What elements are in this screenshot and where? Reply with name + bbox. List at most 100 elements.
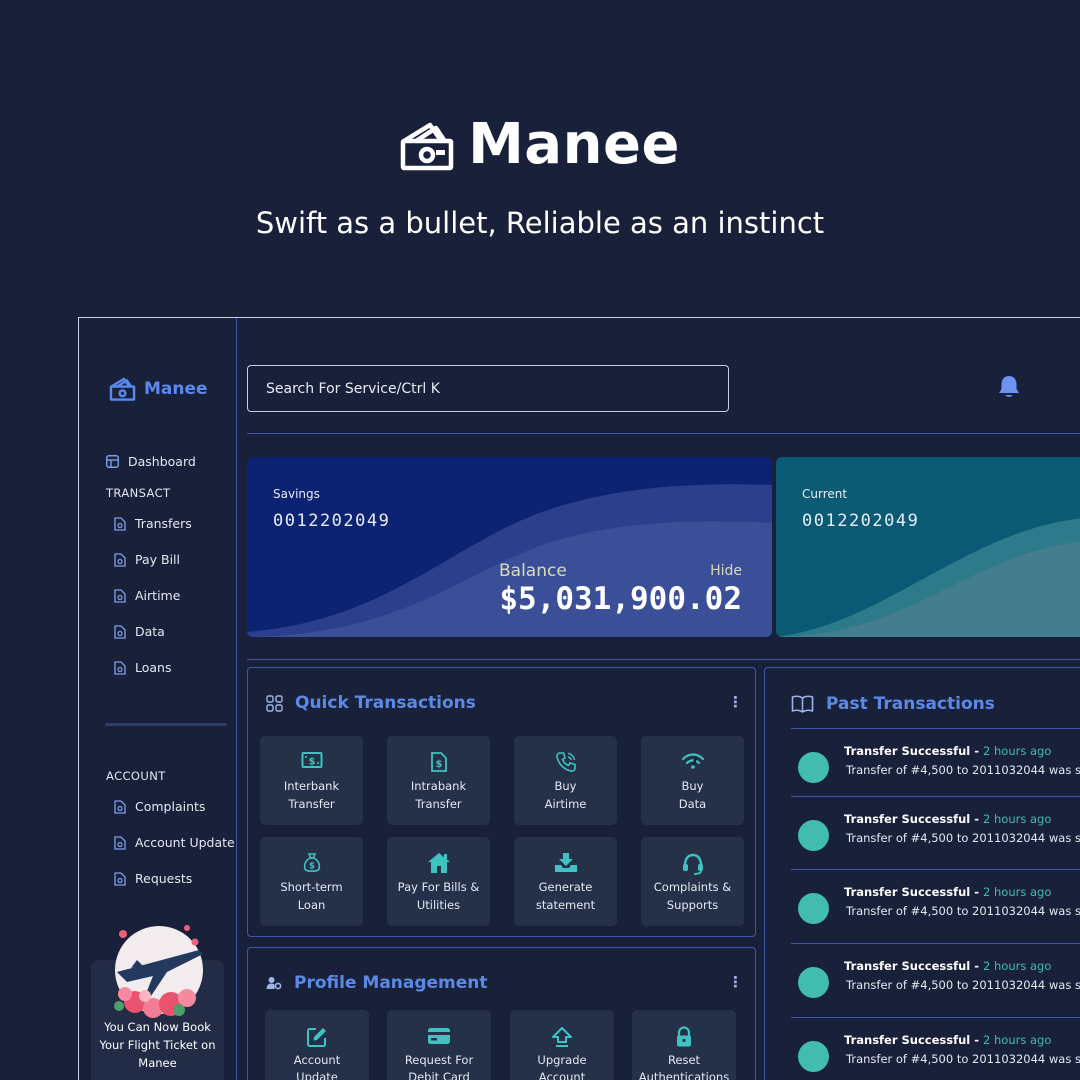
tile-label: Buy Data	[678, 779, 707, 811]
quick-tile-pay-bills[interactable]: Pay For Bills & Utilities	[387, 837, 490, 926]
panel-title: Profile Management	[294, 973, 488, 993]
search-input[interactable]: Search For Service/Ctrl K	[247, 365, 729, 412]
sidebar-item-label: Loans	[135, 660, 172, 675]
sidebar-item-loans[interactable]: Loans	[114, 660, 172, 675]
transaction-row[interactable]: Transfer Successful - 2 hours ago Transf…	[791, 943, 1080, 1016]
sidebar-item-label: Transfers	[135, 516, 192, 531]
transaction-description: Transfer of #4,500 to 2011032044 was su	[846, 831, 1080, 845]
download-tray-icon	[554, 853, 577, 872]
tile-label: Request For Debit Card	[404, 1053, 474, 1080]
savings-account-card[interactable]: Savings 0012202049 Balance Hide $5,031,9…	[247, 457, 772, 637]
profile-tile-debit-card[interactable]: Request For Debit Card	[387, 1010, 491, 1080]
transaction-row[interactable]: Transfer Successful - 2 hours ago Transf…	[791, 796, 1080, 869]
airplane-flowers-illustration	[114, 925, 203, 1018]
card-wave-decoration	[776, 518, 1080, 637]
profile-tile-upgrade-account[interactable]: Upgrade Account	[510, 1010, 614, 1080]
transaction-time: 2 hours ago	[983, 744, 1052, 758]
transaction-row[interactable]: Transfer Successful - 2 hours ago Transf…	[791, 728, 1080, 801]
quick-tile-interbank-transfer[interactable]: $ Interbank Transfer	[260, 736, 363, 825]
transaction-title: Transfer Successful - 2 hours ago	[844, 959, 1052, 973]
dashboard-icon	[106, 455, 119, 468]
transaction-title: Transfer Successful - 2 hours ago	[844, 885, 1052, 899]
sidebar-logo[interactable]: Manee	[109, 376, 208, 401]
current-account-card[interactable]: Current 0012202049	[776, 457, 1080, 637]
bell-icon[interactable]	[997, 374, 1021, 400]
more-options-icon[interactable]: ⋮	[728, 973, 743, 991]
money-doc-icon	[114, 871, 126, 886]
lock-icon	[677, 1026, 691, 1047]
transaction-status-dot	[798, 1041, 829, 1072]
past-transactions-header: Past Transactions	[791, 694, 995, 714]
sidebar-item-label: Airtime	[135, 588, 181, 603]
transact-heading: TRANSACT	[106, 486, 171, 500]
transaction-description: Transfer of #4,500 to 2011032044 was su	[846, 978, 1080, 992]
tile-label: Complaints & Supports	[653, 880, 732, 912]
grid-icon	[266, 694, 283, 712]
money-bag-icon: $	[303, 853, 320, 873]
transaction-row[interactable]: Transfer Successful - 2 hours ago Transf…	[791, 1017, 1080, 1080]
transaction-description: Transfer of #4,500 to 2011032044 was su	[846, 1052, 1080, 1066]
transaction-time: 2 hours ago	[983, 812, 1052, 826]
sidebar-item-data[interactable]: Data	[114, 624, 165, 639]
money-doc-icon	[114, 799, 126, 814]
sidebar-item-label: Requests	[135, 871, 193, 886]
sidebar-item-transfers[interactable]: Transfers	[114, 516, 192, 531]
sidebar-item-label: Data	[135, 624, 165, 639]
account-heading: ACCOUNT	[106, 769, 166, 783]
sidebar-item-label: Complaints	[135, 799, 206, 814]
account-type: Savings	[273, 487, 320, 501]
open-book-icon	[791, 695, 814, 713]
quick-tile-buy-airtime[interactable]: Buy Airtime	[514, 736, 617, 825]
sidebar-item-label: Pay Bill	[135, 552, 181, 567]
quick-tile-buy-data[interactable]: Buy Data	[641, 736, 744, 825]
quick-tile-complaints-supports[interactable]: Complaints & Supports	[641, 837, 744, 926]
header-divider	[247, 433, 1080, 434]
house-icon	[427, 853, 450, 873]
sidebar: Manee Dashboard TRANSACT Transfers Pay B…	[79, 318, 237, 1080]
hero-tagline: Swift as a bullet, Reliable as an instin…	[255, 206, 825, 240]
transaction-status-dot	[798, 967, 829, 998]
sidebar-item-account-update[interactable]: Account Update	[114, 835, 235, 850]
sidebar-brand: Manee	[144, 378, 208, 399]
profile-management-header: Profile Management	[266, 973, 488, 993]
quick-tile-intrabank-transfer[interactable]: $ Intrabank Transfer	[387, 736, 490, 825]
app-window: Manee Dashboard TRANSACT Transfers Pay B…	[78, 317, 1080, 1080]
tile-label: Account Update	[293, 1053, 341, 1080]
money-doc-icon	[114, 624, 126, 639]
sidebar-item-label: Account Update	[135, 835, 235, 850]
money-doc-icon	[114, 516, 126, 531]
edit-icon	[307, 1028, 326, 1047]
account-type: Current	[802, 487, 848, 501]
sidebar-item-requests[interactable]: Requests	[114, 871, 192, 886]
tile-label: Intrabank Transfer	[410, 779, 467, 811]
tile-label: Generate statement	[535, 880, 596, 912]
hide-balance-toggle[interactable]: Hide	[710, 563, 742, 579]
balance-label: Balance	[499, 561, 567, 581]
more-options-icon[interactable]: ⋮	[728, 693, 743, 711]
profile-tile-reset-authentications[interactable]: Reset Authentications	[632, 1010, 736, 1080]
quick-tile-short-term-loan[interactable]: $ Short-term Loan	[260, 837, 363, 926]
bank-note-icon: $	[301, 752, 322, 768]
tile-label: Reset Authentications	[638, 1053, 730, 1080]
tile-label: Buy Airtime	[544, 779, 587, 811]
money-logo-icon	[400, 122, 454, 170]
panel-title: Quick Transactions	[295, 693, 476, 713]
money-icon: $	[430, 752, 447, 772]
sidebar-item-airtime[interactable]: Airtime	[114, 588, 180, 603]
transaction-description: Transfer of #4,500 to 2011032044 was su	[846, 904, 1080, 918]
transaction-description: Transfer of #4,500 to 2011032044 was su	[846, 763, 1080, 777]
sidebar-item-complaints[interactable]: Complaints	[114, 799, 205, 814]
card-icon	[428, 1028, 450, 1044]
transaction-time: 2 hours ago	[983, 1033, 1052, 1047]
section-divider	[247, 659, 1080, 660]
sidebar-item-dashboard[interactable]: Dashboard	[106, 454, 196, 469]
headset-icon	[682, 853, 703, 875]
svg-text:$: $	[308, 757, 315, 768]
sidebar-item-pay-bill[interactable]: Pay Bill	[114, 552, 180, 567]
transaction-title: Transfer Successful - 2 hours ago	[844, 812, 1052, 826]
quick-tile-generate-statement[interactable]: Generate statement	[514, 837, 617, 926]
sidebar-divider	[105, 723, 227, 726]
profile-tile-account-update[interactable]: Account Update	[265, 1010, 369, 1080]
transaction-time: 2 hours ago	[983, 959, 1052, 973]
transaction-row[interactable]: Transfer Successful - 2 hours ago Transf…	[791, 869, 1080, 942]
